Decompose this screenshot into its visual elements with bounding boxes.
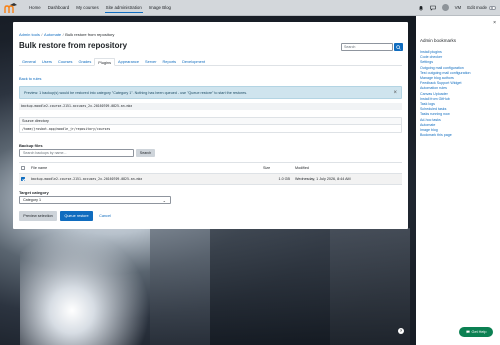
backup-files-heading: Backup files [19,143,43,148]
column-size[interactable]: Size [261,162,293,174]
tab-courses[interactable]: Courses [55,58,76,66]
cancel-button[interactable]: Cancel [97,211,113,221]
backup-files-table: File name Size Modified backup-moodle2-c… [19,162,402,185]
chevron-down-icon: ⌄ [162,198,166,203]
main-content-card: Admin tools / Automate / Bulk restore from r… [13,22,408,229]
preview-alert: Preview: 1 backup(s) would be restored i… [19,86,402,99]
page-title: Bulk restore from repository [19,41,128,50]
breadcrumb-separator: / [62,32,64,37]
edit-mode-label: Edit mode [467,5,487,10]
breadcrumb: Admin tools / Automate / Bulk restore from r… [19,32,114,37]
nav-dashboard[interactable]: Dashboard [47,3,70,12]
table-row[interactable]: backup-moodle2-course-2151-accuses_2x-20… [19,173,402,185]
tab-development[interactable]: Development [179,58,208,66]
tab-reports[interactable]: Reports [160,58,180,66]
get-help-button[interactable]: Get Help [459,327,493,337]
select-all-checkbox[interactable] [21,166,25,170]
column-file-name[interactable]: File name [29,162,261,174]
edit-mode-toggle[interactable] [489,5,496,10]
nav-home[interactable]: Home [28,3,42,12]
source-directory-heading: Source directory [20,118,401,125]
select-all-cell [19,162,29,174]
breadcrumb-automate[interactable]: Automate [44,32,61,37]
target-category-heading: Target category [19,190,49,195]
preview-selection-button[interactable]: Preview selection [19,211,57,221]
get-help-label: Get Help [471,330,487,334]
search-button[interactable] [394,43,403,51]
admin-tabs: General Users Courses Grades Plugins App… [19,58,402,66]
alert-text: Preview: 1 backup(s) would be restored i… [24,90,248,95]
site-logo[interactable] [4,2,18,14]
row-select-cell [19,173,29,185]
selected-file-reference: backup-moodle2-course-2151-accuses_2x-20… [19,103,402,110]
top-navbar: Home Dashboard My courses Site administr… [0,0,500,16]
admin-bookmarks-drawer: × Admin bookmarks Install plugins Code c… [416,16,500,345]
alert-close-icon[interactable]: × [393,90,397,96]
queue-restore-button[interactable]: Queue restore [60,211,93,221]
nav-site-administration[interactable]: Site administration [104,3,143,13]
breadcrumb-current: Bulk restore from repository [65,32,115,37]
target-category-select[interactable]: Category 1 ⌄ [19,196,171,204]
moodle-logo-icon [4,2,17,13]
background-panel-a [150,220,210,345]
back-to-rules-link[interactable]: Back to rules [19,76,42,81]
top-right-tools: VM Edit mode [418,4,496,11]
target-category-value: Category 1 [23,198,42,202]
user-initials[interactable]: VM [455,5,462,10]
breadcrumb-admin-tools[interactable]: Admin tools [19,32,40,37]
bell-icon[interactable] [418,5,424,11]
background-light-flare [20,230,150,345]
source-directory-path: /home/jrosbot-app/moodle_jr/repository/c… [22,127,111,131]
source-directory-box: Source directory /home/jrosbot-app/moodl… [19,117,402,133]
row-file-name: backup-moodle2-course-2151-accuses_2x-20… [29,173,261,185]
backup-search-input[interactable]: Search backups by name... [19,149,134,157]
edit-mode-control[interactable]: Edit mode [467,5,496,10]
tab-plugins[interactable]: Plugins [94,58,116,66]
drawer-title: Admin bookmarks [420,38,457,43]
table-header-row: File name Size Modified [19,162,402,174]
background-panel-c [330,228,410,345]
breadcrumb-separator: / [41,32,43,37]
bookmark-this-page-link[interactable]: Bookmark this page [420,133,471,138]
nav-image-blog[interactable]: Image Blog [148,3,172,12]
column-modified[interactable]: Modified [293,162,402,174]
chat-icon [465,330,470,334]
message-icon[interactable] [429,5,436,11]
close-drawer-icon[interactable]: × [493,20,496,26]
background-panel-b [210,225,330,345]
search-input[interactable]: Search [341,43,393,51]
tab-users[interactable]: Users [39,58,55,66]
search-icon [396,44,401,50]
backup-search-button[interactable]: Search [136,149,155,157]
tab-server[interactable]: Server [142,58,159,66]
row-size: 1.0 GB [261,173,293,185]
nav-my-courses[interactable]: My courses [75,3,99,12]
row-modified: Wednesday, 1 July 2026, 8:44 AM [293,173,402,185]
row-checkbox[interactable] [21,177,25,181]
avatar[interactable] [441,4,449,11]
bookmark-list: Install plugins Code checker Settings Ou… [420,50,471,138]
tab-appearance[interactable]: Appearance [115,58,142,66]
tab-grades[interactable]: Grades [76,58,95,66]
help-icon[interactable]: ? [398,328,404,334]
tab-general[interactable]: General [19,58,39,66]
